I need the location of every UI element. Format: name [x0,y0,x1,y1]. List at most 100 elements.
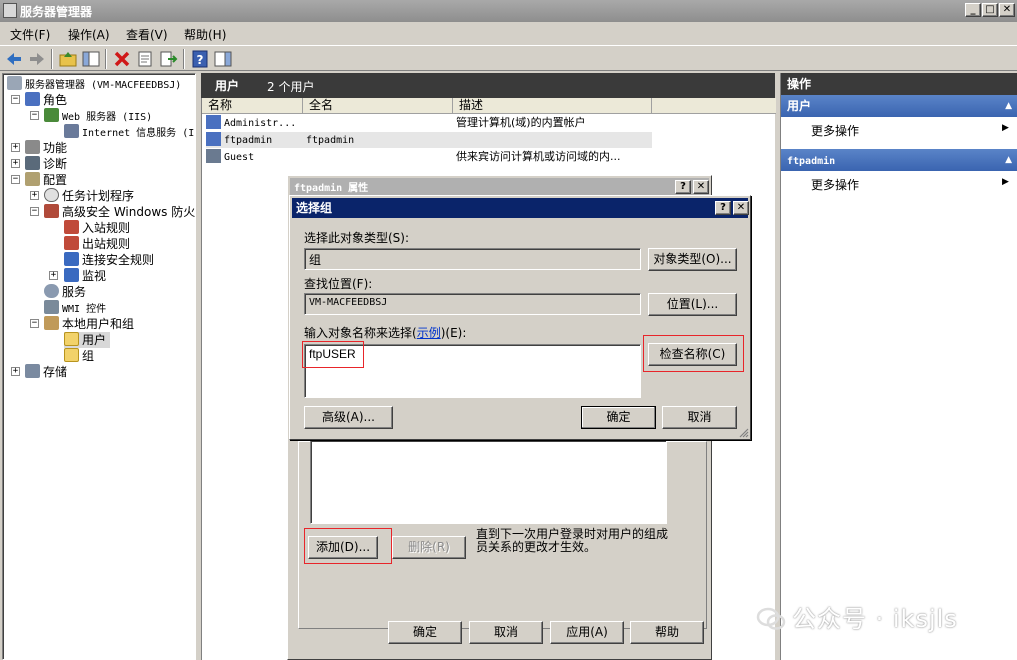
tree-item-monitoring[interactable]: 监视 [64,268,106,284]
tree-item-features[interactable]: 功能 [25,140,67,156]
remove-button: 删除(R) [392,536,466,559]
select-group-dialog-title: 选择组 ? ✕ [292,198,749,218]
collapse-up-icon[interactable]: ▲ [1005,95,1012,117]
back-arrow-icon[interactable] [4,49,24,69]
cancel-button[interactable]: 取消 [469,621,543,644]
properties-dialog-title: ftpadmin 属性 ? ✕ [290,178,709,196]
collapse-toggle[interactable]: − [30,207,39,216]
tree-item-roles[interactable]: 角色 [25,92,67,108]
services-gear-icon [44,284,59,298]
results-count: 2 个用户 [267,80,315,94]
results-title: 用户 [215,79,240,93]
disabled-user-icon [206,149,221,163]
tree-item-connection-security[interactable]: 连接安全规则 [64,252,154,268]
collapse-toggle[interactable]: − [30,111,39,120]
expand-toggle[interactable]: + [30,191,39,200]
object-types-button[interactable]: 对象类型(O)... [648,248,737,271]
cancel-button[interactable]: 取消 [662,406,737,429]
column-header-description[interactable]: 描述 [453,98,652,114]
close-title-button[interactable]: ✕ [693,180,709,194]
ok-button[interactable]: 确定 [581,406,656,429]
window-title: 服务器管理器 [20,5,93,19]
tree-item-task-scheduler[interactable]: 任务计划程序 [44,188,134,204]
user-icon [206,132,221,146]
show-hide-tree-icon[interactable] [81,49,101,69]
user-icon [206,115,221,129]
up-folder-icon[interactable] [58,49,78,69]
locations-button[interactable]: 位置(L)... [648,293,737,316]
table-row[interactable]: Administr... 管理计算机(域)的内置帐户 [206,115,652,131]
tree-item-outbound-rules[interactable]: 出站规则 [64,236,130,252]
select-group-dialog: 选择组 ? ✕ 选择此对象类型(S): 组 对象类型(O)... 查找位置(F)… [289,195,751,440]
tree-root[interactable]: 服务器管理器 (VM-MACFEEDBSJ) [7,76,181,92]
location-field: VM-MACFEEDBSJ [304,293,641,315]
diagnostics-icon [25,156,40,170]
close-title-button[interactable]: ✕ [733,201,749,215]
tree-item-users[interactable]: 用户 [64,332,111,348]
column-header-fullname[interactable]: 全名 [303,98,453,114]
features-icon [25,140,40,154]
table-row[interactable]: ftpadmin ftpadmin [206,132,652,148]
menu-action[interactable]: 操作(A) [68,26,110,43]
collapse-toggle[interactable]: − [11,95,20,104]
maximize-button[interactable]: □ [982,3,998,17]
apply-button[interactable]: 应用(A) [550,621,624,644]
help-icon[interactable]: ? [190,49,210,69]
tree-item-wmi-control[interactable]: WMI 控件 [44,300,106,316]
column-header-name[interactable]: 名称 [202,98,303,114]
configuration-icon [25,172,40,186]
actions-section-ftpadmin[interactable]: ftpadmin ▲ [781,149,1017,171]
help-button[interactable]: 帮助 [630,621,704,644]
expand-toggle[interactable]: + [11,143,20,152]
tree-item-local-users-groups[interactable]: 本地用户和组 [44,316,134,332]
expand-toggle[interactable]: + [49,271,58,280]
forward-arrow-icon[interactable] [27,49,47,69]
highlight-box [304,528,392,564]
minimize-button[interactable]: _ [965,3,981,17]
export-list-icon[interactable] [158,49,178,69]
close-button[interactable]: ✕ [999,3,1015,17]
tree-item-services[interactable]: 服务 [44,284,86,300]
roles-icon [25,92,40,106]
menu-help[interactable]: 帮助(H) [184,26,226,43]
help-title-button[interactable]: ? [715,201,731,215]
table-row[interactable]: Guest 供来宾访问计算机或访问域的内... [206,149,652,165]
tree-item-groups[interactable]: 组 [64,348,94,364]
help-title-button[interactable]: ? [675,180,691,194]
tree-item-diagnostics[interactable]: 诊断 [25,156,67,172]
tree-item-inbound-rules[interactable]: 入站规则 [64,220,130,236]
advanced-button[interactable]: 高级(A)... [304,406,393,429]
collapse-toggle[interactable]: − [11,175,20,184]
highlight-box [302,341,364,368]
tree-item-firewall[interactable]: 高级安全 Windows 防火 [44,204,195,220]
tree-item-web-server[interactable]: Web 服务器 (IIS) [44,108,152,124]
storage-icon [25,364,40,378]
toolbar-separator [51,49,53,69]
submenu-arrow-icon: ▶ [1002,177,1009,187]
tree-item-configuration[interactable]: 配置 [25,172,67,188]
tree-item-storage[interactable]: 存储 [25,364,67,380]
web-server-icon [44,108,59,122]
more-actions-link[interactable]: 更多操作 [811,176,859,193]
actions-section-users[interactable]: 用户 ▲ [781,95,1017,117]
expand-toggle[interactable]: + [11,159,20,168]
member-of-list[interactable] [310,440,667,524]
menu-view[interactable]: 查看(V) [126,26,168,43]
collapse-up-icon[interactable]: ▲ [1005,149,1012,171]
folder-icon [64,348,79,362]
resize-grip-icon[interactable] [738,427,749,438]
collapse-toggle[interactable]: − [30,319,39,328]
inbound-rules-icon [64,220,79,234]
expand-toggle[interactable]: + [11,367,20,376]
users-groups-icon [44,316,59,330]
menu-file[interactable]: 文件(F) [10,26,50,43]
ok-button[interactable]: 确定 [388,621,462,644]
properties-icon[interactable] [135,49,155,69]
more-actions-link[interactable]: 更多操作 [811,122,859,139]
membership-note: 直到下一次用户登录时对用户的组成员关系的更改才生效。 [476,527,669,554]
delete-icon[interactable] [112,49,132,69]
tree-item-iis-manager[interactable]: Internet 信息服务 (I [64,124,194,140]
examples-link[interactable]: 示例 [417,326,441,340]
show-action-pane-icon[interactable] [213,49,233,69]
menu-bar: 文件(F) 操作(A) 查看(V) 帮助(H) [0,22,1017,44]
